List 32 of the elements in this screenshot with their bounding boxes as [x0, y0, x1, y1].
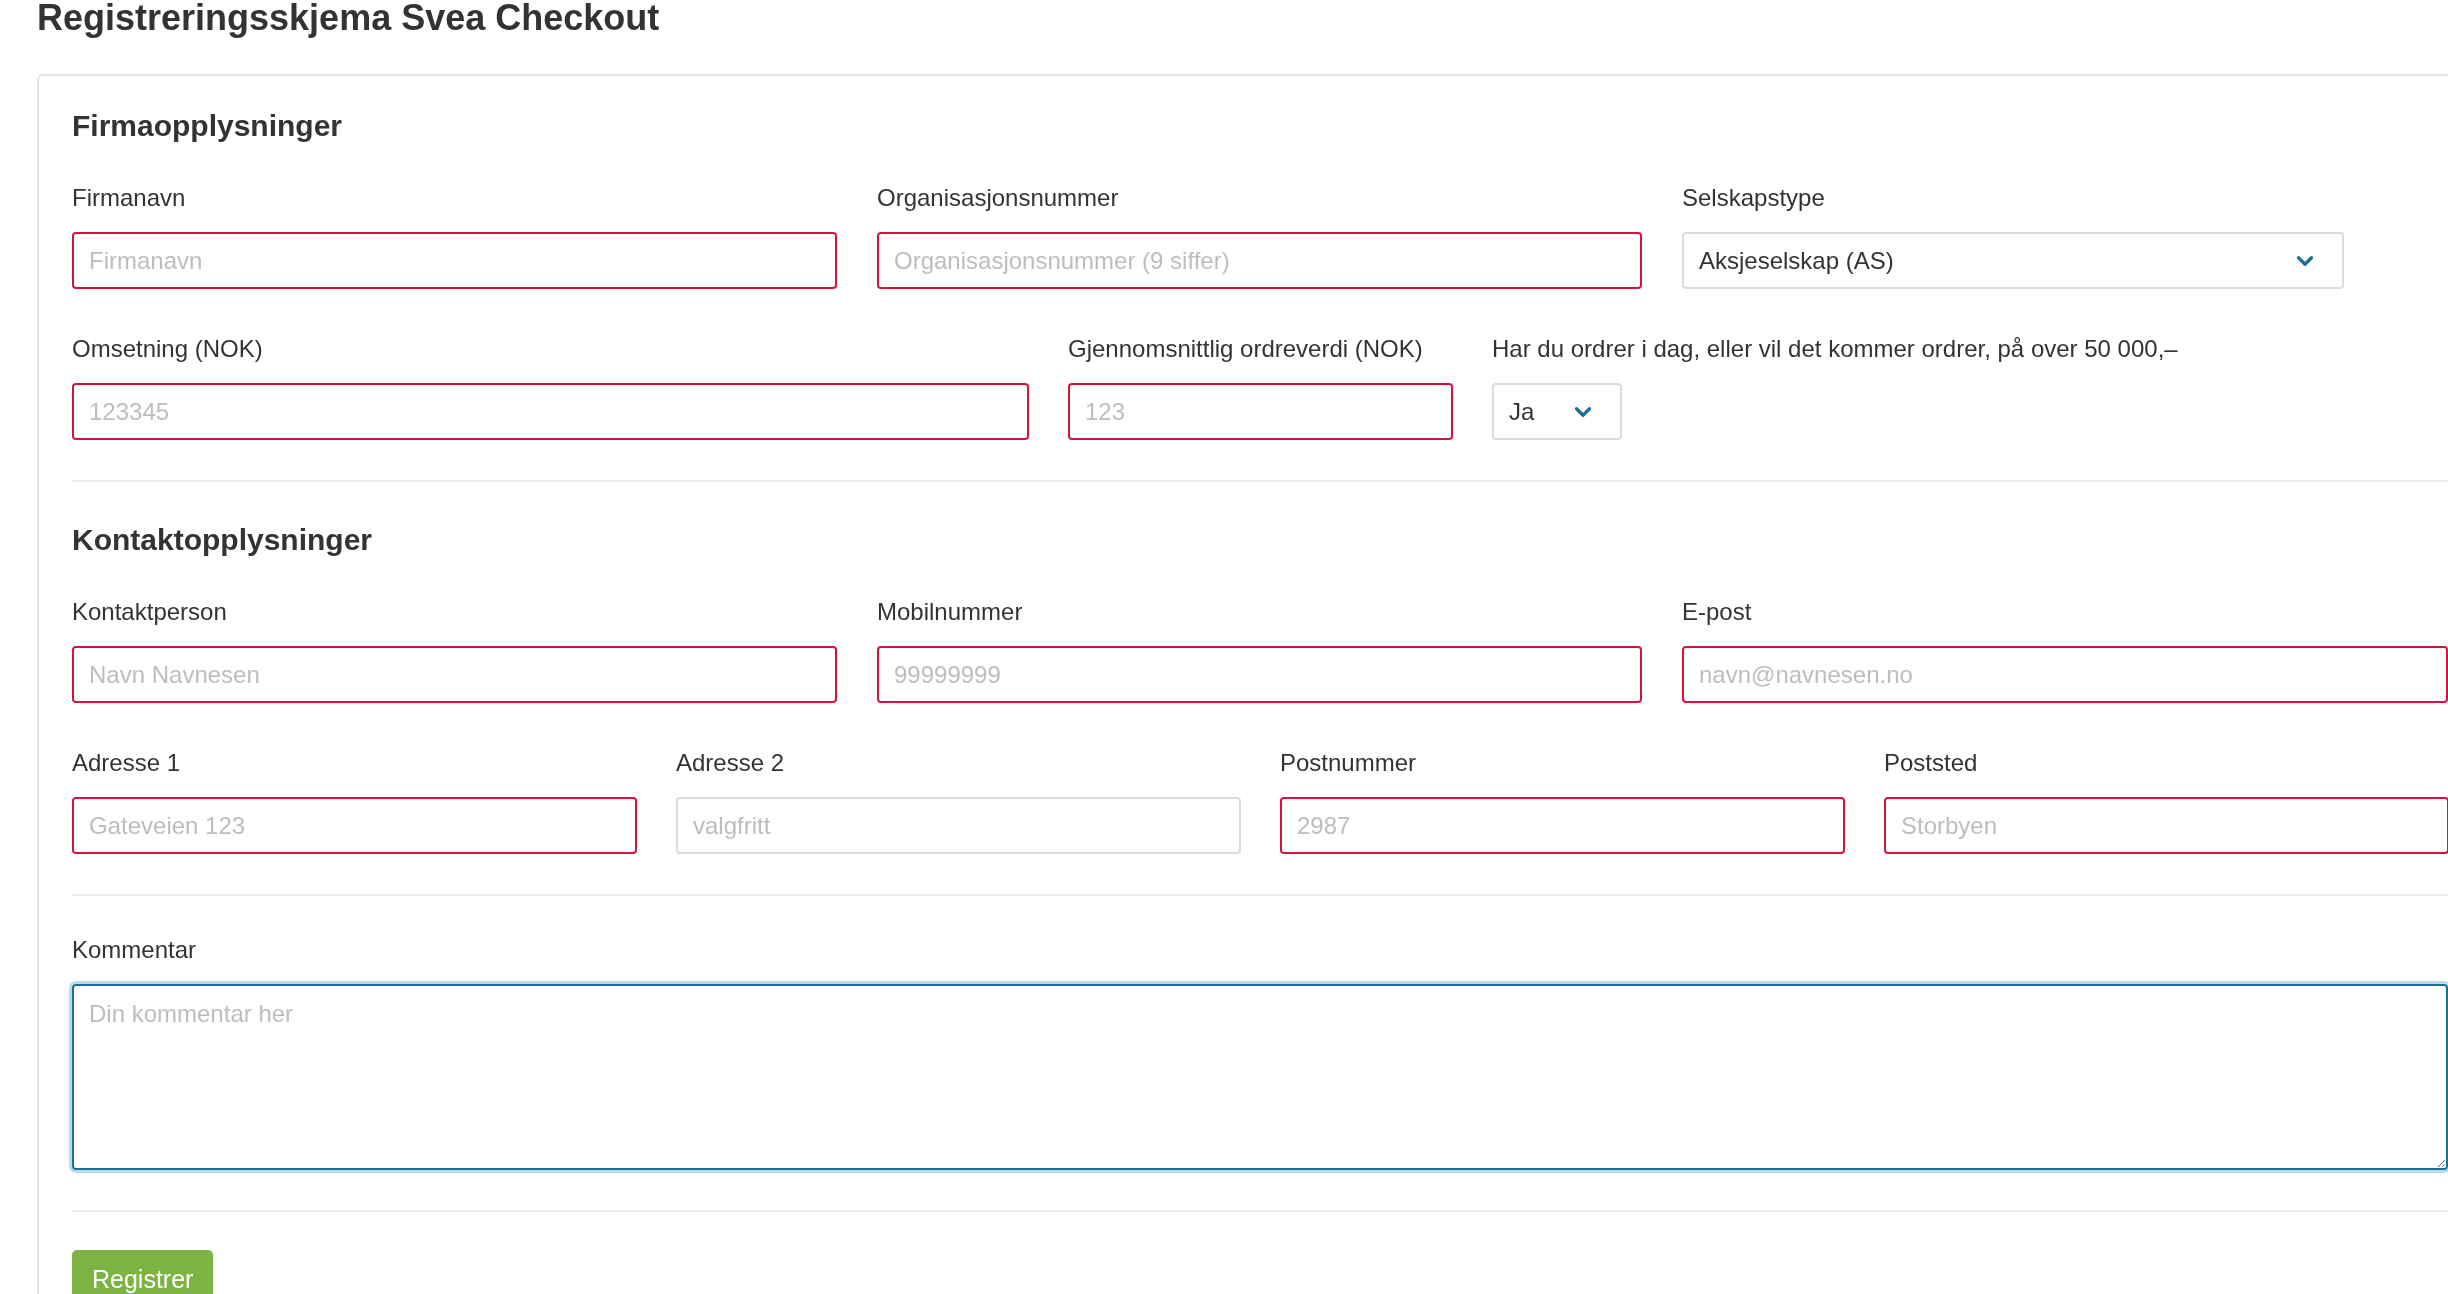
input-field[interactable]: Storbyen [1884, 797, 2448, 854]
field-label: Mobilnummer [877, 598, 1023, 626]
input-field[interactable]: 99999999 [877, 646, 1642, 703]
select-value: Ja [1509, 396, 1535, 427]
field-label: Firmanavn [72, 184, 186, 212]
section-heading: Kontaktopplysninger [72, 522, 372, 558]
field-label: Postnummer [1280, 749, 1417, 777]
select-value: Aksjeselskap (AS) [1699, 245, 1895, 276]
field-label: Selskapstype [1682, 184, 1825, 212]
input-field[interactable]: Organisasjonsnummer (9 siffer) [877, 232, 1642, 289]
select-field[interactable]: Ja [1492, 383, 1623, 440]
input-field[interactable]: 2987 [1280, 797, 1845, 854]
select-field[interactable]: Aksjeselskap (AS) [1682, 232, 2344, 289]
field-label: Adresse 2 [676, 749, 785, 777]
field-label: Adresse 1 [72, 749, 181, 777]
field-label: Organisasjonsnummer [877, 184, 1119, 212]
input-field[interactable]: Firmanavn [72, 232, 837, 289]
input-field[interactable]: 123 [1068, 383, 1453, 440]
input-field[interactable]: Navn Navnesen [72, 646, 837, 703]
page-title: Registreringsskjema Svea Checkout [37, 0, 660, 36]
input-field[interactable]: 123345 [72, 383, 1029, 440]
comment-field[interactable]: Din kommentar her [72, 984, 2448, 1170]
field-label: Kommentar [72, 936, 197, 964]
field-label: Har du ordrer i dag, eller vil det kommer ordrer, på over 50 000,– [1492, 335, 2178, 363]
input-field[interactable]: Gateveien 123 [72, 797, 637, 854]
field-label: Kontaktperson [72, 598, 227, 626]
field-label: Poststed [1884, 749, 1978, 777]
field-label: Omsetning (NOK) [72, 335, 263, 363]
field-label: E-post [1682, 598, 1752, 626]
field-label: Gjennomsnittlig ordreverdi (NOK) [1068, 335, 1423, 363]
section-heading: Firmaopplysninger [72, 108, 343, 144]
input-field[interactable]: navn@navnesen.no [1682, 646, 2448, 703]
